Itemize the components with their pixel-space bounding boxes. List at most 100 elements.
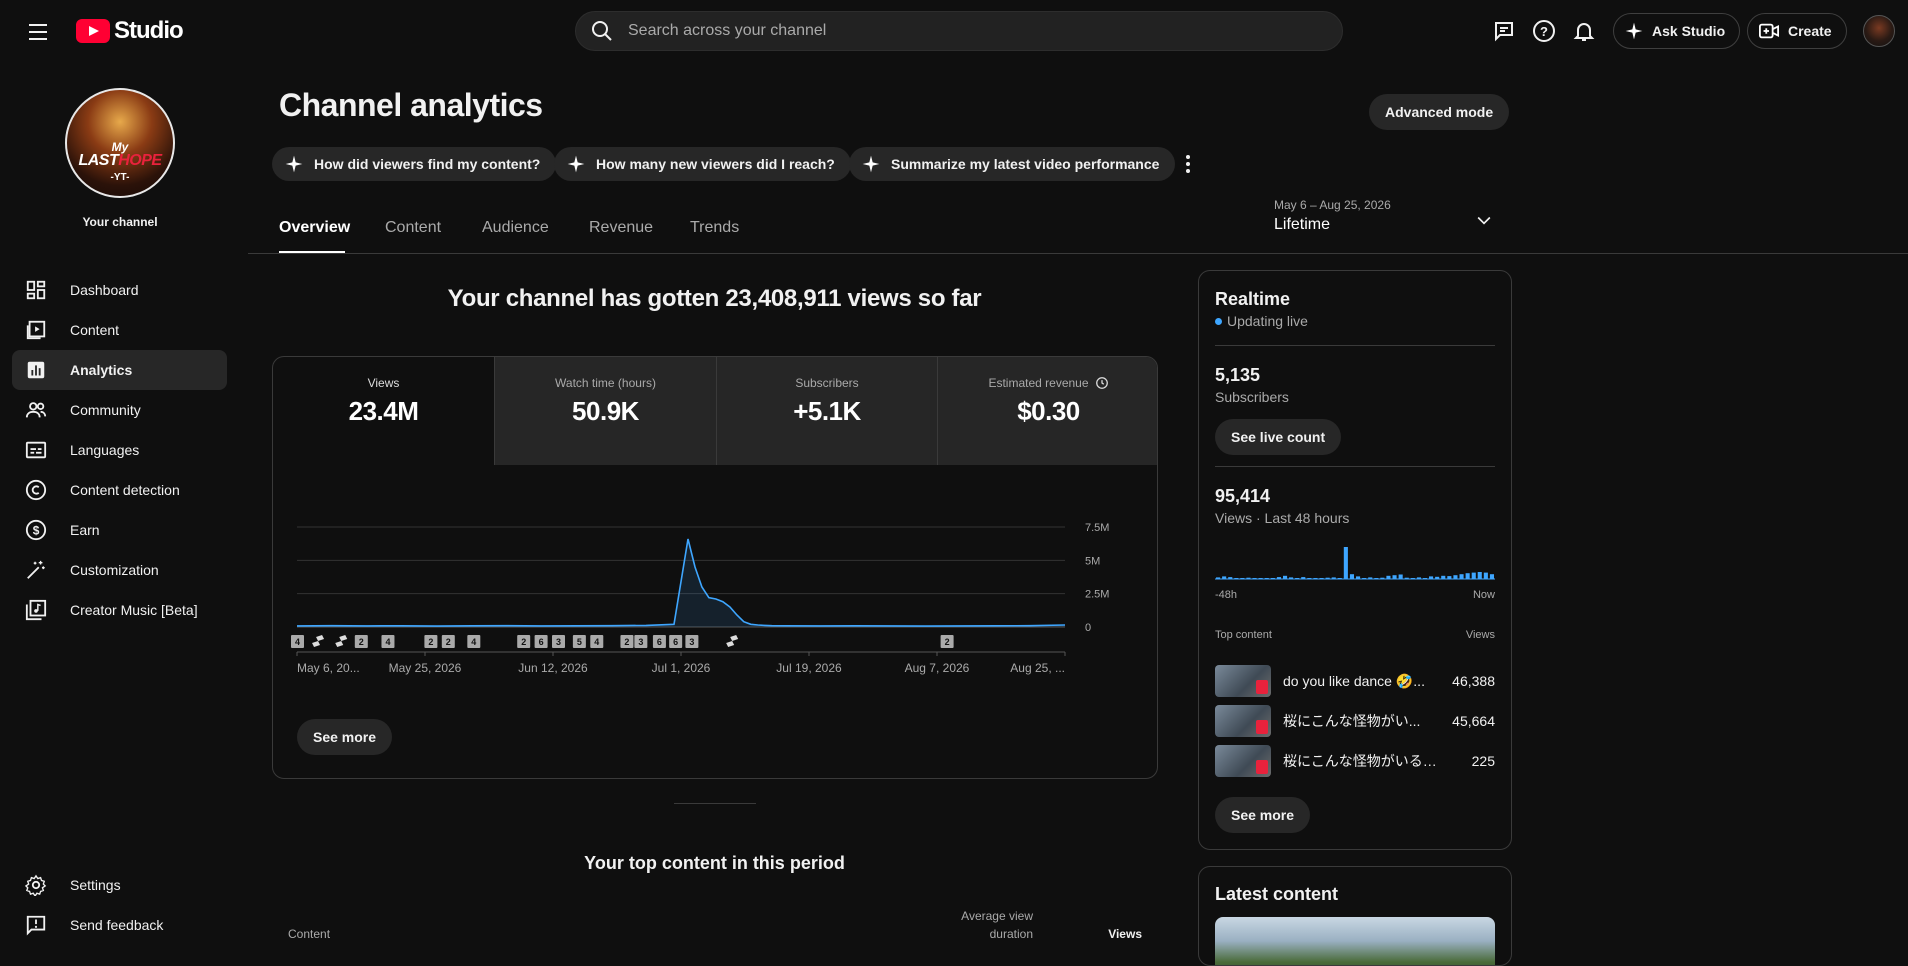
top-content-row[interactable]: do you like dance 🤣... 46,388 [1215,664,1495,698]
date-range-value: Lifetime [1274,216,1331,233]
sidebar-item-label: Settings [70,877,121,893]
sidebar-item-languages[interactable]: Languages [12,430,227,470]
sidebar-item-community[interactable]: Community [12,390,227,430]
video-title: 桜にこんな怪物がい... [1283,713,1421,729]
create-button[interactable]: Create [1747,13,1847,49]
divider [1215,345,1495,346]
advanced-mode-button[interactable]: Advanced mode [1369,94,1510,130]
sidebar-item-creator-music[interactable]: Creator Music [Beta] [12,590,227,630]
sidebar-item-send-feedback[interactable]: Send feedback [12,905,227,945]
video-marker-count: 4 [594,637,599,647]
realtime-axis-start: -48h [1215,589,1238,601]
metric-label: Views [367,376,400,390]
sidebar-item-analytics[interactable]: Analytics [12,350,227,390]
date-range-picker[interactable]: May 6 – Aug 25, 2026 Lifetime [1274,198,1504,240]
music-icon [24,598,48,622]
sidebar-item-earn[interactable]: $ Earn [12,510,227,550]
realtime-see-more-button[interactable]: See more [1215,797,1311,833]
views-48h-count: 95,414 [1215,486,1271,506]
tab-trends[interactable]: Trends [690,219,739,237]
realtime-bar-chart [1215,547,1495,580]
metric-value: $0.30 [1017,396,1080,426]
sidebar-item-label: Community [70,402,141,418]
tabs-divider [248,253,1908,254]
account-avatar[interactable] [1863,15,1895,47]
chart-x-tick-label: May 6, 20... [297,661,360,675]
video-marker-count: 2 [446,637,451,647]
see-more-button[interactable]: See more [297,719,393,755]
sidebar-item-label: Customization [70,562,159,578]
chart-x-tick-label: Aug 7, 2026 [905,661,970,675]
latest-content-card: Latest content [1198,866,1512,966]
suggestion-chip-traffic[interactable]: How did viewers find my content? [272,147,557,181]
shorts-marker-icon [312,635,325,647]
video-marker-count: 3 [556,637,561,647]
views-line-chart: 7.5M5M2.5M04 2 4 2 2 4 2 6 3 5 4 2 3 6 6 3 2May 6, 20...… [291,522,1109,675]
section-divider [674,803,756,804]
sidebar-item-label: Content detection [70,482,180,498]
shorts-marker-icon [335,635,348,647]
tab-audience[interactable]: Audience [482,219,549,237]
top-content-row[interactable]: 桜にこんな怪物がいると... 225 [1215,744,1495,778]
gear-icon [24,873,48,897]
more-options-icon[interactable] [1178,150,1198,178]
views-48h-label: Views · Last 48 hours [1215,510,1350,526]
metric-value: 23.4M [348,396,419,426]
suggestion-chip-summarize[interactable]: Summarize my latest video performance [849,147,1176,181]
chip-label: Summarize my latest video performance [891,156,1160,172]
subscriber-label: Subscribers [1215,389,1289,405]
search-bar[interactable] [575,11,1343,51]
metric-tab-views[interactable]: Views 23.4M [273,357,494,465]
sidebar-item-content[interactable]: Content [12,310,227,350]
sidebar-item-dashboard[interactable]: Dashboard [12,270,227,310]
chart-x-tick-label: Jul 19, 2026 [776,661,842,675]
studio-label: Studio [114,17,184,44]
col-header-views[interactable]: Views [1100,927,1142,941]
avatar-text-line3: -YT- [110,172,130,183]
metric-value: +5.1K [793,396,861,426]
metric-tab-watch-time[interactable]: Watch time (hours) 50.9K [494,357,716,465]
realtime-title: Realtime [1215,289,1291,309]
metric-tab-subscribers[interactable]: Subscribers +5.1K [716,357,937,465]
help-icon[interactable]: ? [1530,17,1558,45]
tab-overview[interactable]: Overview [279,219,350,237]
metric-label-wrap: Estimated revenue [938,376,1157,390]
chart-x-tick-label: Aug 25, ... [1010,661,1065,675]
top-content-row[interactable]: 桜にこんな怪物がい... 45,664 [1215,704,1495,738]
metric-tab-revenue[interactable]: Estimated revenue $0.30 [937,357,1157,465]
tab-revenue[interactable]: Revenue [589,219,653,237]
realtime-bar [1465,573,1470,579]
overview-card: Views 23.4M Watch time (hours) 50.9K Sub… [272,356,1158,779]
sidebar-item-customization[interactable]: Customization [12,550,227,590]
realtime-bar [1489,574,1494,579]
chip-label: How many new viewers did I reach? [596,156,835,172]
sparkle-icon [1625,22,1643,40]
realtime-bar [1459,574,1464,579]
sidebar-item-settings[interactable]: Settings [12,865,227,905]
video-marker-count: 3 [638,637,643,647]
top-bar: Studio ? Ask Studio Create [0,0,1908,62]
notifications-icon[interactable] [1570,17,1598,45]
date-range-sub: May 6 – Aug 25, 2026 [1274,198,1391,212]
sidebar-item-label: Earn [70,522,100,538]
sidebar-item-content-detection[interactable]: Content detection [12,470,227,510]
channel-avatar[interactable]: My LASTHOPE -YT- [65,88,175,198]
messages-icon[interactable] [1490,17,1518,45]
realtime-status-text: Updating live [1227,313,1308,329]
tab-content[interactable]: Content [385,219,441,237]
see-live-count-button[interactable]: See live count [1215,419,1342,455]
suggestion-chip-new-viewers[interactable]: How many new viewers did I reach? [554,147,851,181]
studio-logo[interactable]: Studio [76,17,184,45]
realtime-bar [1349,574,1354,579]
latest-video-thumbnail[interactable] [1215,917,1495,965]
sidebar-item-label: Creator Music [Beta] [70,602,198,618]
search-input[interactable] [628,22,1278,40]
sparkle-icon [285,155,303,173]
realtime-status: Updating live [1215,313,1308,329]
menu-icon[interactable] [24,18,52,46]
avatar-text-line2: LASTHOPE [67,152,173,170]
metric-label: Subscribers [795,376,859,390]
ask-studio-button[interactable]: Ask Studio [1613,13,1741,49]
video-marker-count: 4 [471,637,476,647]
realtime-bar [1483,572,1488,579]
